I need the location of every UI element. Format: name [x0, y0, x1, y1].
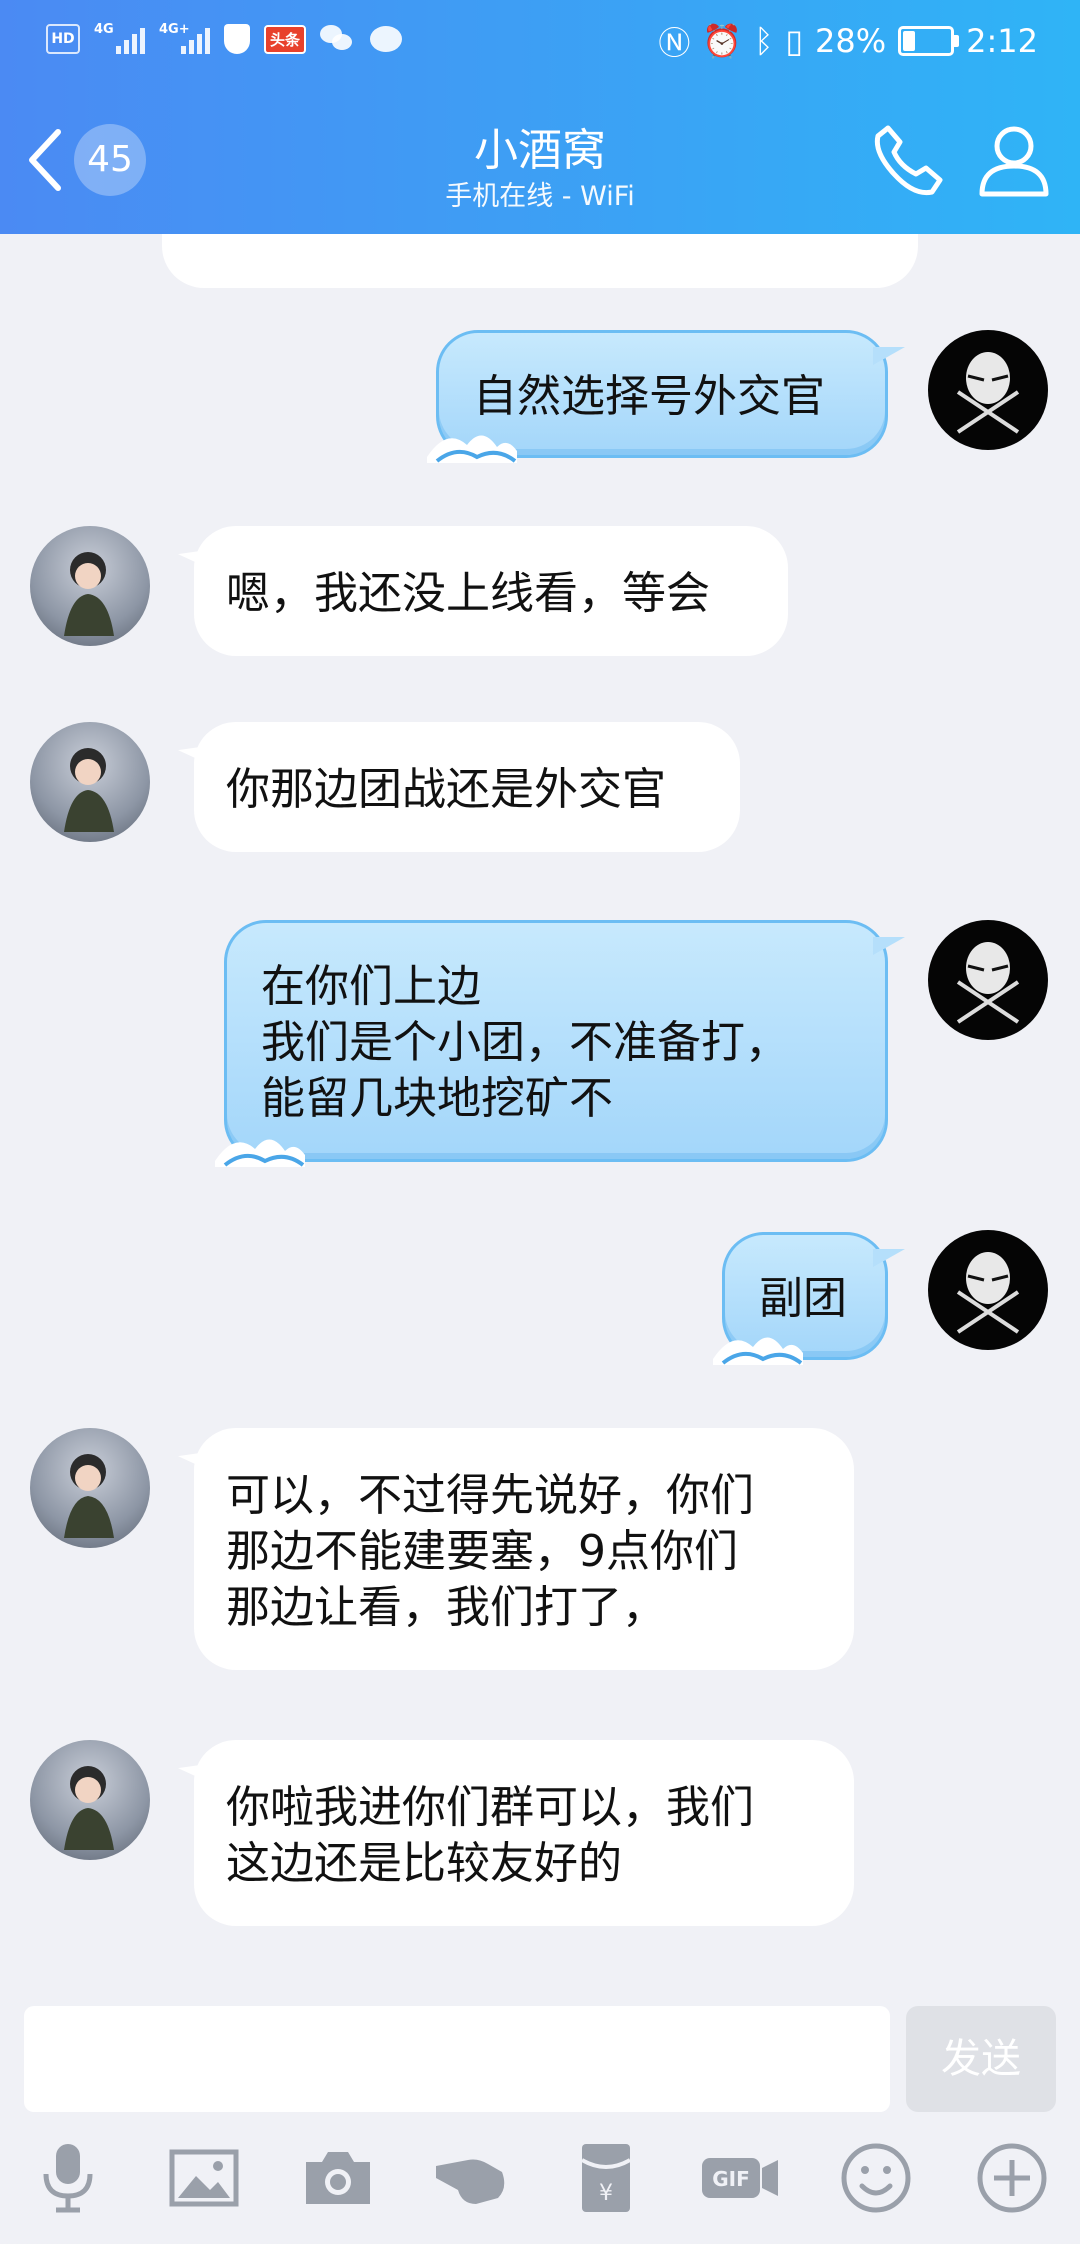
- svg-text:¥: ¥: [599, 2181, 613, 2206]
- person-icon: [64, 748, 114, 832]
- toutiao-icon: 头条: [264, 24, 307, 54]
- message-text: 那边让看，我们打了，: [226, 1582, 666, 1633]
- profile-icon[interactable]: [978, 122, 1050, 198]
- status-bar: HD 4G 4G+ 头条 Ⓝ ⏰ ᛒ ▯ 28% 2:12: [0, 0, 1080, 84]
- person-icon: [64, 1454, 114, 1538]
- wechat-icon: [320, 25, 356, 53]
- message-bubble-out[interactable]: 自然选择号外交官: [427, 330, 905, 463]
- message-bubble-in[interactable]: 你那边团战还是外交官: [194, 722, 740, 852]
- message-icon: [370, 26, 403, 52]
- plus-icon[interactable]: [972, 2138, 1052, 2218]
- message-bubble-partial[interactable]: [162, 234, 918, 288]
- signal-icon: 4G: [94, 22, 145, 54]
- message-text: 这边还是比较友好的: [226, 1838, 622, 1889]
- wave-decoration-icon: [713, 1337, 803, 1365]
- person-icon: [64, 1766, 114, 1850]
- toolbar: ¥ GIF: [0, 2138, 1080, 2228]
- contact-avatar[interactable]: [30, 722, 150, 842]
- message-input[interactable]: [24, 2006, 890, 2112]
- message-text: 我们是个小团，不准备打，: [261, 1017, 789, 1068]
- emoji-icon[interactable]: [836, 2138, 916, 2218]
- phone-icon[interactable]: [870, 122, 946, 198]
- battery-percent: 28%: [815, 22, 887, 60]
- message-bubble-out[interactable]: 在你们上边 我们是个小团，不准备打， 能留几块地挖矿不: [215, 920, 905, 1167]
- gif-icon[interactable]: GIF: [700, 2138, 780, 2218]
- microphone-icon[interactable]: [28, 2138, 108, 2218]
- header: HD 4G 4G+ 头条 Ⓝ ⏰ ᛒ ▯ 28% 2:12 45 小酒窝 手机在…: [0, 0, 1080, 234]
- mask-icon: [956, 352, 1020, 434]
- message-bubble-in[interactable]: 嗯，我还没上线看，等会: [194, 526, 788, 656]
- send-button[interactable]: 发送: [906, 2006, 1056, 2112]
- mask-icon: [956, 1252, 1020, 1334]
- wave-decoration-icon: [215, 1139, 305, 1167]
- svg-text:GIF: GIF: [712, 2167, 750, 2191]
- message-text: 你那边团战还是外交官: [226, 764, 666, 815]
- message-bubble-out[interactable]: 副团: [713, 1232, 905, 1365]
- message-text: 你啦我进你们群可以，我们: [226, 1782, 754, 1833]
- shield-icon: [224, 24, 250, 54]
- my-avatar[interactable]: [928, 330, 1048, 450]
- input-bar: 发送 ¥ GIF: [0, 1990, 1080, 2244]
- message-text: 能留几块地挖矿不: [261, 1073, 613, 1124]
- battery-icon: [898, 26, 960, 56]
- hand-icon[interactable]: [432, 2138, 512, 2218]
- contact-avatar[interactable]: [30, 1740, 150, 1860]
- message-bubble-in[interactable]: 你啦我进你们群可以，我们 这边还是比较友好的: [194, 1740, 854, 1926]
- mask-icon: [956, 942, 1020, 1024]
- message-bubble-in[interactable]: 可以，不过得先说好，你们 那边不能建要塞，9点你们 那边让看，我们打了，: [194, 1428, 854, 1670]
- chat-area[interactable]: 自然选择号外交官 嗯，我还没上线看，等会 你那边团战还是外交官 在你们上边 我们…: [0, 234, 1080, 2004]
- clock: 2:12: [966, 22, 1038, 60]
- message-text: 自然选择号外交官: [473, 371, 825, 422]
- contact-avatar[interactable]: [30, 526, 150, 646]
- message-text: 那边不能建要塞，9点你们: [226, 1526, 738, 1577]
- camera-icon[interactable]: [298, 2138, 378, 2218]
- wave-decoration-icon: [427, 435, 517, 463]
- message-text: 可以，不过得先说好，你们: [226, 1470, 754, 1521]
- image-icon[interactable]: [164, 2138, 244, 2218]
- message-text: 嗯，我还没上线看，等会: [226, 568, 710, 619]
- my-avatar[interactable]: [928, 1230, 1048, 1350]
- nav-bar: 45 小酒窝 手机在线 - WiFi: [0, 100, 1080, 234]
- red-packet-icon[interactable]: ¥: [566, 2138, 646, 2218]
- person-icon: [64, 552, 114, 636]
- message-text: 在你们上边: [261, 961, 481, 1012]
- contact-avatar[interactable]: [30, 1428, 150, 1548]
- vibrate-icon: ▯: [785, 22, 804, 60]
- my-avatar[interactable]: [928, 920, 1048, 1040]
- signal-icon-2: 4G+: [159, 22, 210, 54]
- bluetooth-icon: ᛒ: [754, 22, 774, 60]
- nfc-icon: Ⓝ: [658, 24, 691, 62]
- alarm-icon: ⏰: [702, 22, 743, 60]
- hd-icon: HD: [46, 24, 80, 54]
